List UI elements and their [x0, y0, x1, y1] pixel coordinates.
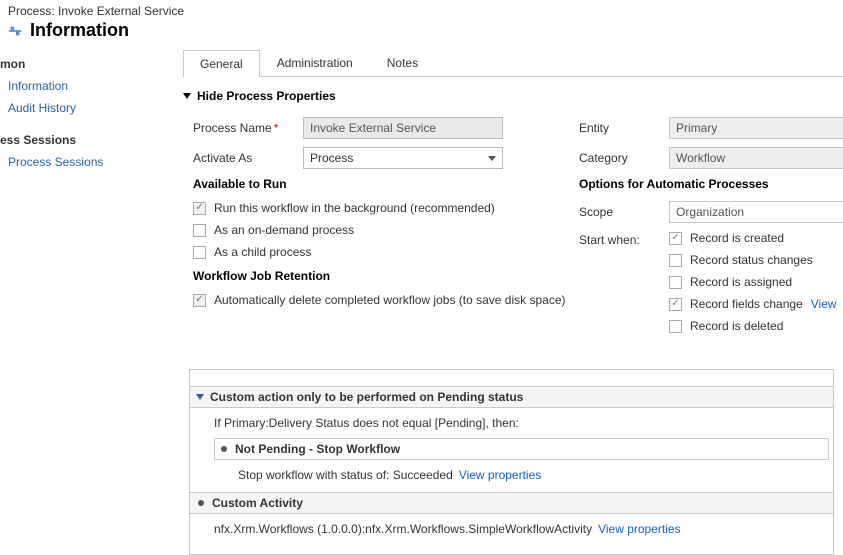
step-1-condition: If Primary:Delivery Status does not equa…: [190, 414, 833, 438]
tab-notes[interactable]: Notes: [370, 49, 435, 76]
label-scope: Scope: [579, 205, 669, 219]
tab-strip: General Administration Notes: [183, 49, 843, 77]
activate-as-select[interactable]: Process: [303, 147, 503, 169]
collapse-icon: [183, 93, 191, 99]
step-1-sub-header[interactable]: Not Pending - Stop Workflow: [214, 438, 829, 460]
tab-general[interactable]: General: [183, 50, 260, 77]
step-2-header[interactable]: Custom Activity: [190, 492, 833, 514]
lbl-status-changes: Record status changes: [690, 253, 813, 267]
chk-auto-delete[interactable]: [193, 294, 206, 307]
bullet-icon: [198, 500, 204, 506]
label-process-name: Process Name*: [193, 121, 303, 135]
label-start-when: Start when:: [579, 231, 669, 341]
step-1-sub-detail: Stop workflow with status of: SucceededV…: [190, 466, 833, 492]
link-view-props-1[interactable]: View properties: [459, 468, 542, 482]
sidebar-head-sessions: ess Sessions: [0, 129, 175, 151]
process-icon: [8, 24, 22, 38]
workflow-steps: Custom action only to be performed on Pe…: [189, 369, 834, 555]
retention-head: Workflow Job Retention: [193, 269, 579, 283]
category-value: Workflow: [669, 147, 843, 169]
tab-administration[interactable]: Administration: [260, 49, 370, 76]
label-category: Category: [579, 151, 669, 165]
chk-record-assigned[interactable]: [669, 276, 682, 289]
activate-as-value: Process: [310, 151, 353, 165]
entity-value: Primary: [669, 117, 843, 139]
scope-value[interactable]: Organization: [669, 201, 843, 223]
chk-on-demand[interactable]: [193, 224, 206, 237]
chk-fields-change[interactable]: [669, 298, 682, 311]
section-toggle-label: Hide Process Properties: [197, 89, 336, 103]
chk-record-deleted[interactable]: [669, 320, 682, 333]
page-header: Process: Invoke External Service Informa…: [0, 0, 843, 49]
sidebar-item-audit-history[interactable]: Audit History: [0, 97, 175, 119]
step-1-header[interactable]: Custom action only to be performed on Pe…: [190, 386, 833, 408]
lbl-run-background: Run this workflow in the background (rec…: [214, 201, 495, 215]
step-1-title: Custom action only to be performed on Pe…: [210, 390, 523, 404]
lbl-record-deleted: Record is deleted: [690, 319, 783, 333]
lbl-auto-delete: Automatically delete completed workflow …: [214, 293, 566, 307]
expand-icon: [196, 394, 204, 400]
options-head: Options for Automatic Processes: [579, 177, 843, 191]
sidebar-item-process-sessions[interactable]: Process Sessions: [0, 151, 175, 173]
main-panel: General Administration Notes Hide Proces…: [175, 49, 843, 548]
chk-child-process[interactable]: [193, 246, 206, 259]
page-title: Information: [30, 20, 129, 41]
lbl-on-demand: As an on-demand process: [214, 223, 354, 237]
chk-run-background[interactable]: [193, 202, 206, 215]
section-toggle[interactable]: Hide Process Properties: [183, 89, 843, 103]
label-activate-as: Activate As: [193, 151, 303, 165]
sidebar: mon Information Audit History ess Sessio…: [0, 49, 175, 548]
sidebar-head-common: mon: [0, 53, 175, 75]
lbl-record-assigned: Record is assigned: [690, 275, 792, 289]
link-view-fields[interactable]: View: [811, 297, 837, 311]
lbl-child-process: As a child process: [214, 245, 311, 259]
step-1-sub-title: Not Pending - Stop Workflow: [235, 442, 400, 456]
lbl-fields-change: Record fields change: [690, 297, 803, 311]
header-context: Process: Invoke External Service: [8, 4, 835, 18]
bullet-icon: [221, 446, 227, 452]
chevron-down-icon: [488, 156, 496, 161]
sidebar-item-information[interactable]: Information: [0, 75, 175, 97]
label-entity: Entity: [579, 121, 669, 135]
step-2-detail: nfx.Xrm.Workflows (1.0.0.0):nfx.Xrm.Work…: [190, 520, 833, 544]
available-to-run-head: Available to Run: [193, 177, 579, 191]
lbl-record-created: Record is created: [690, 231, 784, 245]
process-name-input[interactable]: [303, 117, 503, 139]
chk-status-changes[interactable]: [669, 254, 682, 267]
chk-record-created[interactable]: [669, 232, 682, 245]
step-2-title: Custom Activity: [212, 496, 303, 510]
link-view-props-2[interactable]: View properties: [598, 522, 681, 536]
